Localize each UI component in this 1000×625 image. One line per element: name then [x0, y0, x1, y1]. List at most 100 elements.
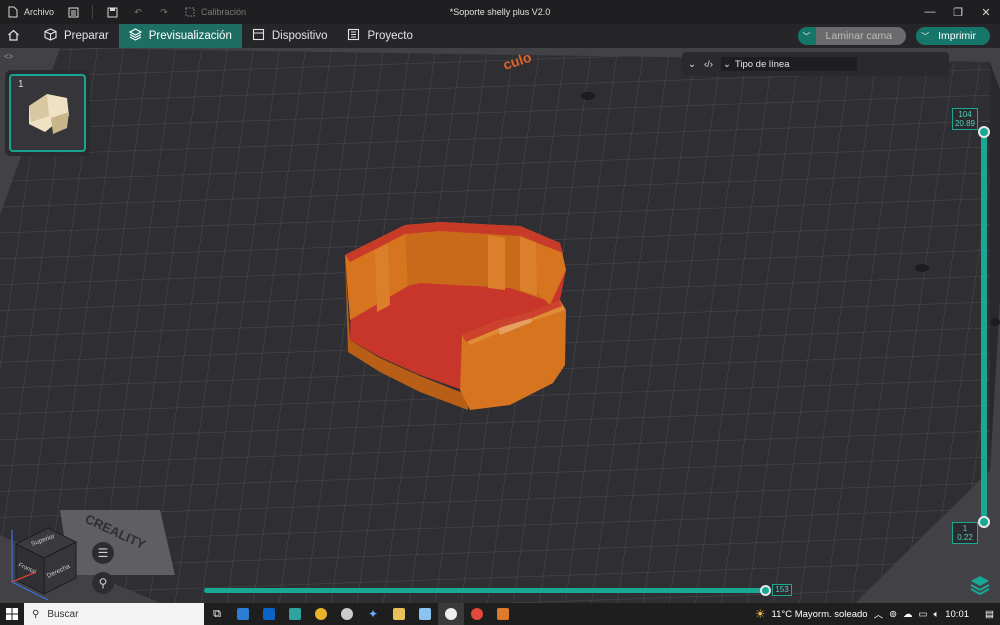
redo-button[interactable]: ↷	[151, 0, 177, 24]
zoom-search-button[interactable]: ⚲	[92, 572, 114, 594]
collapse-legend-icon[interactable]: ⌄	[688, 59, 696, 70]
list-icon	[66, 5, 80, 19]
3d-viewport[interactable]: CREALITY culo <> 1 ⌄ ‹/› ⌄ Tipo de línea…	[0, 48, 1000, 603]
bed-clip	[990, 318, 1000, 326]
taskbar-app-chatgpt[interactable]	[334, 603, 360, 625]
taskbar-app-word[interactable]	[230, 603, 256, 625]
code-icon[interactable]: ‹/›	[704, 59, 713, 70]
taskbar-app-chrome-2[interactable]	[464, 603, 490, 625]
chevron-down-icon[interactable]: ﹀	[797, 27, 816, 45]
maximize-button[interactable]: ❐	[944, 0, 972, 24]
bed-clip	[915, 264, 929, 272]
line-type-label: Tipo de línea	[734, 58, 790, 70]
app-root: Archivo ↶ ↷ Calibración *Soporte shelly …	[0, 0, 1000, 625]
bed-clip	[581, 92, 595, 100]
taskbar-app-drive[interactable]	[282, 603, 308, 625]
home-button[interactable]	[0, 24, 26, 48]
cloud-icon[interactable]: ☁	[903, 609, 913, 620]
taskbar-app-chrome[interactable]	[308, 603, 334, 625]
plate-thumbnail[interactable]: 1	[9, 74, 86, 152]
taskbar-search[interactable]: ⚲ Buscar	[24, 603, 204, 625]
home-icon	[7, 29, 20, 44]
save-icon	[105, 5, 119, 19]
slicer-icon	[445, 608, 457, 620]
menu-list-button[interactable]	[60, 0, 86, 24]
layer-top-indicator: 104 20.89	[952, 108, 978, 130]
chevron-left-right-icon: <>	[4, 52, 14, 61]
build-plate: CREALITY culo	[0, 48, 1000, 603]
menu-button[interactable]: ☰	[92, 542, 114, 564]
minimize-button[interactable]: —	[916, 0, 944, 24]
print-label: Imprimir	[938, 30, 976, 42]
notes-icon	[419, 608, 431, 620]
main-toolbar: Preparar Previsualización Dispositivo Pr…	[0, 24, 1000, 48]
layers-toggle-button[interactable]	[968, 573, 992, 597]
minimize-icon: —	[924, 6, 936, 18]
title-bar: Archivo ↶ ↷ Calibración *Soporte shelly …	[0, 0, 1000, 24]
calibration-icon	[183, 5, 197, 19]
layer-top-height: 20.89	[954, 119, 976, 128]
move-slider-handle[interactable]	[760, 585, 771, 596]
collapse-sidebar-button[interactable]: <>	[4, 52, 13, 61]
layer-bottom-indicator: 1 0.22	[952, 522, 978, 544]
clock[interactable]: 10:01	[945, 609, 969, 620]
undo-button[interactable]: ↶	[125, 0, 151, 24]
hamburger-icon: ☰	[97, 546, 109, 560]
tab-device-label: Dispositivo	[271, 30, 328, 42]
close-button[interactable]: ✕	[972, 0, 1000, 24]
volume-icon[interactable]: 🔈︎	[934, 609, 940, 620]
tab-project[interactable]: Proyecto	[337, 24, 422, 48]
calibration-menu[interactable]: Calibración	[177, 0, 252, 24]
slice-plate-button[interactable]: ﹀ Laminar cama	[797, 27, 907, 45]
taskbar-app-other[interactable]	[490, 603, 516, 625]
start-button[interactable]	[0, 603, 24, 625]
divider	[92, 5, 94, 19]
file-menu-label: Archivo	[24, 7, 55, 17]
slice-plate-label: Laminar cama	[815, 27, 907, 45]
meet-icon[interactable]: ⊚	[889, 609, 897, 620]
line-type-select[interactable]: ⌄ Tipo de línea	[720, 57, 857, 71]
taskbar-app-outlook[interactable]	[256, 603, 282, 625]
system-tray: ☀ 11°C Mayorm. soleado ︿ ⊚ ☁ ▭ 🔈︎ 10:01 …	[755, 603, 1000, 625]
file-menu[interactable]: Archivo	[0, 0, 60, 24]
app-icon	[497, 608, 509, 620]
outlook-icon	[263, 608, 275, 620]
taskbar-search-placeholder: Buscar	[47, 608, 79, 620]
tab-device[interactable]: Dispositivo	[242, 24, 338, 48]
task-view-button[interactable]: ⧉	[204, 603, 230, 625]
windows-icon	[6, 608, 18, 620]
network-icon[interactable]: ▭	[919, 609, 928, 620]
chevron-up-icon[interactable]: ︿	[874, 607, 884, 621]
layer-slider-top-handle[interactable]	[978, 126, 990, 138]
notification-icon[interactable]: ▤	[985, 609, 994, 620]
chrome-icon	[315, 608, 327, 620]
device-icon	[252, 28, 265, 44]
navigation-cube[interactable]: Superior Frontal Derecha	[8, 522, 88, 602]
tab-preview[interactable]: Previsualización	[118, 24, 242, 48]
layer-slider-track[interactable]	[981, 130, 987, 522]
file-icon	[6, 5, 20, 19]
project-icon	[347, 28, 360, 44]
save-button[interactable]	[99, 0, 125, 24]
chevron-down-icon[interactable]: ﹀	[916, 27, 935, 45]
cube-icon	[44, 28, 57, 44]
tab-project-label: Proyecto	[367, 30, 413, 42]
weather-icon: ☀	[754, 607, 766, 621]
redo-icon: ↷	[160, 6, 168, 17]
tab-prepare[interactable]: Preparar	[34, 24, 119, 48]
move-slider-track[interactable]	[204, 588, 766, 593]
restore-icon: ❐	[953, 6, 963, 19]
slice-print-group: ﹀ Laminar cama ﹀ Imprimir	[797, 27, 990, 45]
weather-text[interactable]: 11°C Mayorm. soleado	[772, 609, 868, 620]
layer-slider-bottom-handle[interactable]	[978, 516, 990, 528]
taskbar-app-explorer[interactable]	[386, 603, 412, 625]
chrome-icon	[471, 608, 483, 620]
layers-icon	[128, 28, 142, 44]
taskbar-app-notes[interactable]	[412, 603, 438, 625]
chevron-down-icon: ⌄	[722, 58, 731, 70]
plate-list-panel: 1	[5, 70, 90, 156]
chatgpt-icon	[341, 608, 353, 620]
print-button[interactable]: ﹀ Imprimir	[916, 27, 990, 45]
taskbar-app-gemini[interactable]: ✦	[360, 603, 386, 625]
taskbar-app-slicer[interactable]	[438, 603, 464, 625]
